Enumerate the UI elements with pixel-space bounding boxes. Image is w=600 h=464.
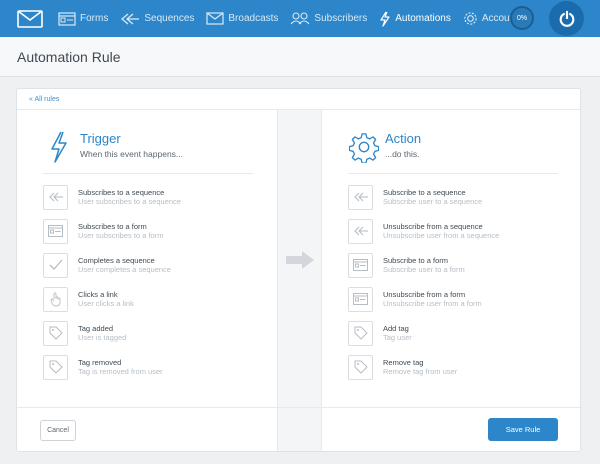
action-option-subscribe-form[interactable]: Subscribe to a form Subscribe user to a f… [348, 248, 558, 282]
option-desc: Subscribe user to a form [383, 265, 465, 274]
page-title: Automation Rule [17, 49, 121, 65]
flow-separator [277, 110, 322, 407]
gear-icon [349, 131, 379, 165]
option-title: Subscribes to a form [78, 222, 147, 231]
trigger-option-completes-sequence[interactable]: Completes a sequence User completes a seq… [43, 248, 253, 282]
option-desc: User completes a sequence [78, 265, 171, 274]
option-desc: User subscribes to a form [78, 231, 164, 240]
tag-icon [348, 320, 373, 346]
trigger-options: Subscribes to a sequence User subscribes … [43, 180, 253, 384]
action-title: Action [385, 131, 422, 146]
tag-icon [43, 320, 68, 346]
pointer-icon [43, 286, 68, 312]
action-options: Subscribe to a sequence Subscribe user to… [348, 180, 558, 384]
form-icon [43, 218, 68, 244]
save-rule-button[interactable]: Save Rule [488, 418, 558, 441]
form-icon [348, 252, 373, 278]
option-title: Clicks a link [78, 290, 118, 299]
check-icon [43, 252, 68, 278]
forms-icon [58, 11, 76, 26]
option-title: Unsubscribe from a sequence [383, 222, 483, 231]
tag-icon [348, 354, 373, 380]
gear-icon [464, 12, 477, 25]
cancel-button[interactable]: Cancel [40, 420, 76, 441]
sequence-icon [348, 218, 373, 244]
broadcasts-icon [206, 12, 224, 25]
trigger-option-subscribes-sequence[interactable]: Subscribes to a sequence User subscribes … [43, 180, 253, 214]
nav-automations-label: Automations [395, 13, 451, 24]
nav-subscribers-label: Subscribers [314, 13, 368, 24]
sequence-icon [348, 184, 373, 210]
form-icon [348, 286, 373, 312]
subscribers-icon [290, 12, 310, 25]
sequence-icon [43, 184, 68, 210]
arrow-right-icon [285, 250, 315, 275]
nav-broadcasts-label: Broadcasts [228, 13, 279, 24]
power-button[interactable] [549, 1, 584, 36]
tag-icon [43, 354, 68, 380]
progress-badge[interactable]: 0% [510, 6, 534, 30]
sequences-icon [121, 13, 140, 24]
option-desc: Subscribe user to a sequence [383, 197, 483, 206]
option-title: Unsubscribe from a form [383, 290, 466, 299]
page-header: Automation Rule [0, 37, 600, 77]
action-option-remove-tag[interactable]: Remove tag Remove tag from user [348, 350, 558, 384]
action-header: Action ...do this. [349, 131, 421, 165]
trigger-subtitle: When this event happens... [80, 149, 184, 159]
option-title: Tag removed [78, 358, 122, 367]
option-title: Subscribe to a sequence [383, 188, 466, 197]
divider [43, 173, 253, 174]
nav-forms[interactable]: Forms [58, 0, 108, 37]
top-nav: Forms Sequences Broadcasts Subscribers A… [0, 0, 600, 37]
option-desc: Tag user [383, 333, 412, 342]
trigger-option-clicks-link[interactable]: Clicks a link User clicks a link [43, 282, 253, 316]
action-option-unsubscribe-sequence[interactable]: Unsubscribe from a sequence Unsubscribe u… [348, 214, 558, 248]
trigger-option-tag-removed[interactable]: Tag removed Tag is removed from user [43, 350, 253, 384]
action-option-add-tag[interactable]: Add tag Tag user [348, 316, 558, 350]
trigger-option-tag-added[interactable]: Tag added User is tagged [43, 316, 253, 350]
action-panel: Action ...do this. Subscribe to a sequen… [322, 110, 580, 407]
footer-separator [277, 408, 322, 451]
option-title: Tag added [78, 324, 114, 333]
all-rules-link[interactable]: « All rules [29, 96, 59, 103]
rule-card: « All rules Trigger When this event happ… [16, 88, 581, 452]
nav-forms-label: Forms [80, 13, 109, 24]
option-desc: Unsubscribe user from a sequence [383, 231, 500, 240]
action-option-unsubscribe-form[interactable]: Unsubscribe from a form Unsubscribe user … [348, 282, 558, 316]
lightning-icon [44, 131, 74, 165]
option-desc: Unsubscribe user from a form [383, 299, 482, 308]
nav-sequences[interactable]: Sequences [120, 0, 194, 37]
trigger-header: Trigger When this event happens... [44, 131, 183, 165]
nav-broadcasts[interactable]: Broadcasts [206, 0, 278, 37]
automations-icon [380, 11, 390, 27]
action-subtitle: ...do this. [385, 149, 420, 159]
option-desc: Remove tag from user [383, 367, 458, 376]
option-title: Add tag [383, 324, 409, 333]
trigger-option-subscribes-form[interactable]: Subscribes to a form User subscribes to a… [43, 214, 253, 248]
card-footer: Cancel Save Rule [17, 407, 580, 451]
envelope-logo-icon[interactable] [14, 0, 46, 37]
option-title: Subscribe to a form [383, 256, 449, 265]
nav-sequences-label: Sequences [144, 13, 195, 24]
option-title: Subscribes to a sequence [78, 188, 165, 197]
action-option-subscribe-sequence[interactable]: Subscribe to a sequence Subscribe user to… [348, 180, 558, 214]
divider [348, 173, 558, 174]
option-desc: User subscribes to a sequence [78, 197, 181, 206]
nav-subscribers[interactable]: Subscribers [290, 0, 367, 37]
option-desc: User clicks a link [78, 299, 134, 308]
option-desc: Tag is removed from user [78, 367, 163, 376]
option-title: Completes a sequence [78, 256, 155, 265]
option-desc: User is tagged [78, 333, 127, 342]
nav-automations[interactable]: Automations [379, 0, 451, 37]
option-title: Remove tag [383, 358, 424, 367]
trigger-panel: Trigger When this event happens... Subsc… [17, 110, 277, 407]
trigger-title: Trigger [80, 131, 121, 146]
power-icon [559, 10, 574, 27]
